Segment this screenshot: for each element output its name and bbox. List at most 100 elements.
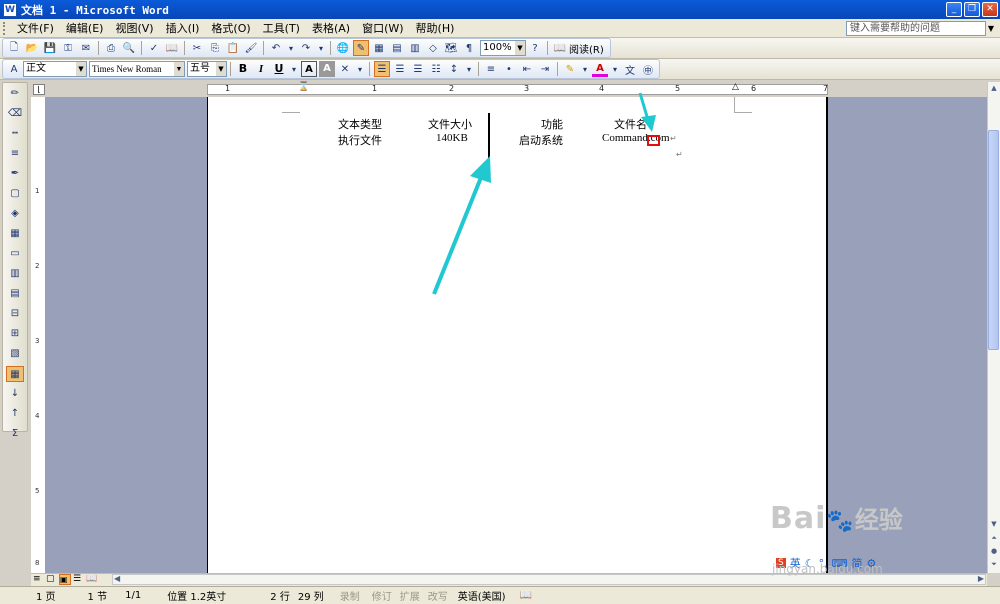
status-ovr[interactable]: 改写 bbox=[424, 588, 452, 603]
close-button[interactable]: ✕ bbox=[982, 2, 998, 17]
borders-icon[interactable]: ▢ bbox=[6, 186, 24, 202]
border-color-icon[interactable]: ✒ bbox=[6, 166, 24, 182]
right-indent-marker-icon[interactable]: △ bbox=[732, 82, 739, 92]
menu-help[interactable]: 帮助(H) bbox=[410, 20, 461, 36]
phonetic-guide-icon[interactable]: 文 bbox=[622, 61, 638, 77]
normal-view-icon[interactable]: ≡ bbox=[33, 574, 41, 584]
hyperlink-icon[interactable]: 🌐 bbox=[335, 40, 351, 56]
line-weight-icon[interactable]: ≡ bbox=[6, 146, 24, 162]
redo-icon[interactable]: ↷ bbox=[298, 40, 314, 56]
show-hide-icon[interactable]: ¶ bbox=[461, 40, 477, 56]
read-mode-icon[interactable]: 📖 bbox=[552, 40, 568, 56]
prev-page-icon[interactable]: ⏶ bbox=[988, 532, 1000, 544]
style-dropdown-icon[interactable]: ▼ bbox=[76, 62, 86, 76]
underline-dropdown-icon[interactable]: ▾ bbox=[289, 61, 299, 77]
distribute-rows-icon[interactable]: ⊟ bbox=[6, 306, 24, 322]
highlight-icon[interactable]: ✎ bbox=[562, 61, 578, 77]
reading-view-icon[interactable]: 📖 bbox=[86, 574, 97, 584]
columns-icon[interactable]: ▥ bbox=[407, 40, 423, 56]
status-rec[interactable]: 录制 bbox=[332, 588, 368, 603]
cell-type-value[interactable]: 执行文件 bbox=[338, 132, 382, 148]
print-layout-icon[interactable]: ▣ bbox=[59, 574, 71, 585]
insert-excel-icon[interactable]: ▤ bbox=[389, 40, 405, 56]
table-autoformat-icon[interactable]: ▧ bbox=[6, 346, 24, 362]
email-icon[interactable]: ✉ bbox=[78, 40, 94, 56]
menu-insert[interactable]: 插入(I) bbox=[160, 20, 206, 36]
menu-table[interactable]: 表格(A) bbox=[306, 20, 356, 36]
char-scale-icon[interactable]: ✕ bbox=[337, 61, 353, 77]
menu-view[interactable]: 视图(V) bbox=[109, 20, 159, 36]
scroll-right-icon[interactable]: ▶ bbox=[978, 574, 984, 583]
menu-window[interactable]: 窗口(W) bbox=[356, 20, 409, 36]
align-right-icon[interactable]: ☰ bbox=[410, 61, 426, 77]
paste-icon[interactable]: 📋 bbox=[225, 40, 241, 56]
cut-icon[interactable]: ✂ bbox=[189, 40, 205, 56]
font-select[interactable]: Times New Roman ▼ bbox=[89, 61, 185, 77]
zoom-select[interactable]: 100% ▼ bbox=[480, 40, 526, 56]
underline-icon[interactable]: U bbox=[271, 61, 287, 77]
minimize-button[interactable]: _ bbox=[946, 2, 962, 17]
cell-header-type[interactable]: 文本类型 bbox=[338, 116, 382, 132]
font-color-icon[interactable]: A bbox=[592, 61, 608, 77]
copy-icon[interactable]: ⎘ bbox=[207, 40, 223, 56]
research-icon[interactable]: 📖 bbox=[164, 40, 180, 56]
zoom-dropdown-icon[interactable]: ▼ bbox=[515, 41, 525, 55]
char-scale-dropdown-icon[interactable]: ▾ bbox=[355, 61, 365, 77]
enclose-char-icon[interactable]: ㊥ bbox=[640, 61, 656, 77]
cell-header-filename[interactable]: 文件名 bbox=[614, 116, 647, 132]
autosum-icon[interactable]: Σ bbox=[6, 426, 24, 442]
numbering-icon[interactable]: ≡ bbox=[483, 61, 499, 77]
outline-view-icon[interactable]: ☰ bbox=[73, 574, 81, 584]
undo-dropdown-icon[interactable]: ▾ bbox=[286, 40, 296, 56]
horizontal-ruler[interactable]: 1 1 2 3 4 5 6 7 ⌛ △ bbox=[207, 82, 828, 95]
italic-icon[interactable]: I bbox=[253, 61, 269, 77]
line-spacing-dropdown-icon[interactable]: ▾ bbox=[464, 61, 474, 77]
open-icon[interactable]: 📂 bbox=[24, 40, 40, 56]
cell-header-size[interactable]: 文件大小 bbox=[428, 116, 472, 132]
menu-file[interactable]: 文件(F) bbox=[11, 20, 60, 36]
justify-icon[interactable]: ☰ bbox=[374, 61, 390, 77]
bullets-icon[interactable]: • bbox=[501, 61, 517, 77]
styles-formatting-icon[interactable]: A bbox=[6, 61, 22, 77]
distribute-columns-icon[interactable]: ⊞ bbox=[6, 326, 24, 342]
menu-format[interactable]: 格式(O) bbox=[205, 20, 256, 36]
tables-borders-icon[interactable]: ✎ bbox=[353, 40, 369, 56]
status-language[interactable]: 英语(美国) bbox=[452, 588, 512, 603]
spelling-status-icon[interactable]: 📖 bbox=[512, 590, 540, 601]
permission-icon[interactable]: ⚿ bbox=[60, 40, 76, 56]
read-mode-label[interactable]: 阅读(R) bbox=[569, 41, 608, 56]
style-select[interactable]: 正文 ▼ bbox=[23, 61, 87, 77]
shading-color-icon[interactable]: ◈ bbox=[6, 206, 24, 222]
new-document-icon[interactable]: 🗋 bbox=[6, 40, 22, 56]
browse-object-icon[interactable]: ● bbox=[988, 545, 1000, 557]
scroll-thumb[interactable] bbox=[988, 130, 999, 350]
scroll-up-icon[interactable]: ▲ bbox=[988, 82, 1000, 94]
document-page[interactable] bbox=[207, 97, 828, 573]
tab-selector[interactable]: ⌊ bbox=[33, 84, 45, 95]
drawing-icon[interactable]: ◇ bbox=[425, 40, 441, 56]
insert-table-menu-icon[interactable]: ▦ bbox=[6, 226, 24, 242]
web-view-icon[interactable]: ▢ bbox=[46, 574, 55, 584]
menu-edit[interactable]: 编辑(E) bbox=[60, 20, 110, 36]
align-center-icon[interactable]: ☰ bbox=[392, 61, 408, 77]
save-icon[interactable]: 💾 bbox=[42, 40, 58, 56]
print-preview-icon[interactable]: 🔍 bbox=[121, 40, 137, 56]
eraser-icon[interactable]: ⌫ bbox=[6, 106, 24, 122]
line-style-icon[interactable]: ┅ bbox=[6, 126, 24, 142]
next-page-icon[interactable]: ⏷ bbox=[988, 558, 1000, 570]
help-icon[interactable]: ? bbox=[527, 40, 543, 56]
menu-tools[interactable]: 工具(T) bbox=[257, 20, 306, 36]
table-grid-icon[interactable]: ▦ bbox=[6, 366, 24, 382]
cell-header-function[interactable]: 功能 bbox=[541, 116, 563, 132]
sort-descending-icon[interactable]: ↑ bbox=[6, 406, 24, 422]
size-dropdown-icon[interactable]: ▼ bbox=[216, 62, 226, 76]
sort-ascending-icon[interactable]: ↓ bbox=[6, 386, 24, 402]
highlight-dropdown-icon[interactable]: ▾ bbox=[580, 61, 590, 77]
help-dropdown-icon[interactable]: ▼ bbox=[985, 22, 997, 35]
line-spacing-icon[interactable]: ↕ bbox=[446, 61, 462, 77]
status-ext[interactable]: 扩展 bbox=[396, 588, 424, 603]
redo-dropdown-icon[interactable]: ▾ bbox=[316, 40, 326, 56]
font-dropdown-icon[interactable]: ▼ bbox=[174, 62, 184, 76]
restore-button[interactable]: ❐ bbox=[964, 2, 980, 17]
cell-function-value[interactable]: 启动系统 bbox=[519, 132, 563, 148]
